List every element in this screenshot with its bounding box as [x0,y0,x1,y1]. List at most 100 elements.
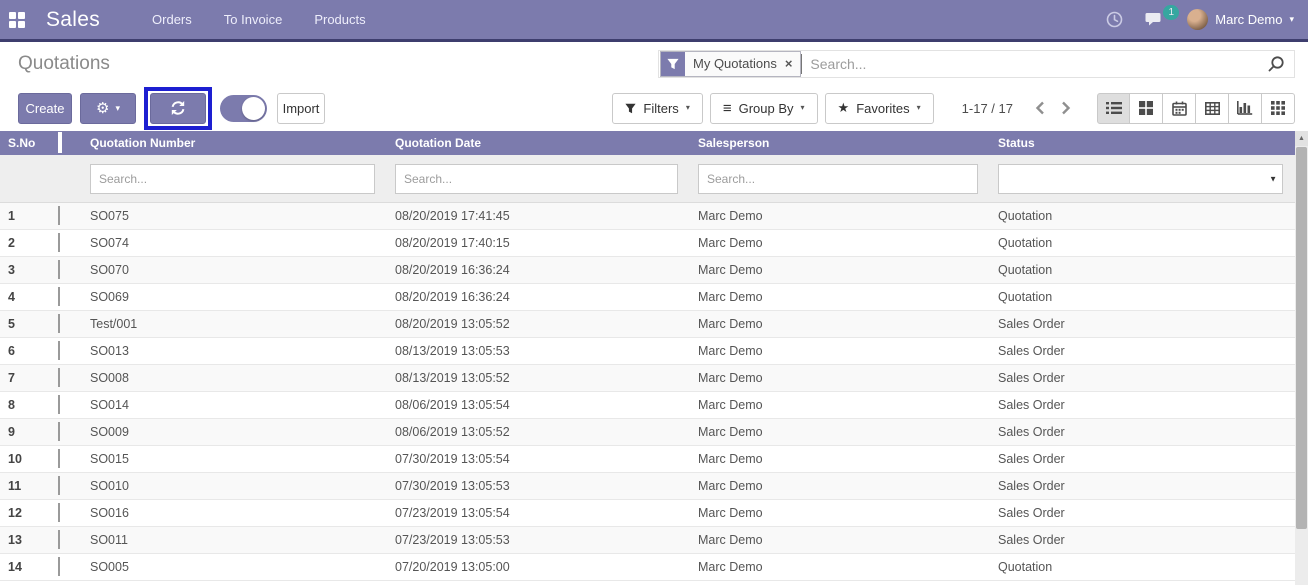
row-sno: 9 [8,425,15,439]
table-row[interactable]: 1 SO075 08/20/2019 17:41:45 Marc Demo Qu… [0,203,1295,230]
view-graph-button[interactable] [1229,92,1262,124]
top-navbar: Sales Orders To Invoice Products 1 Marc … [0,0,1308,42]
row-checkbox[interactable] [58,476,60,495]
control-panel: Quotations My Quotations × [0,42,1308,85]
pager-next-button[interactable] [1053,97,1079,119]
table-body: 1 SO075 08/20/2019 17:41:45 Marc Demo Qu… [0,203,1295,581]
table-row[interactable]: 9 SO009 08/06/2019 13:05:52 Marc Demo Sa… [0,419,1295,446]
table-row[interactable]: 14 SO005 07/20/2019 13:05:00 Marc Demo Q… [0,554,1295,581]
row-sno: 11 [8,479,22,493]
row-checkbox[interactable] [58,530,60,549]
select-caret-icon: ▼ [1269,174,1277,183]
table-row[interactable]: 4 SO069 08/20/2019 16:36:24 Marc Demo Qu… [0,284,1295,311]
header-status[interactable]: Status [990,136,1295,150]
filter-status-select[interactable]: ▼ [998,163,1283,194]
view-grid-button[interactable] [1262,92,1295,124]
row-quotation-number: SO015 [90,452,129,466]
table-row[interactable]: 2 SO074 08/20/2019 17:40:15 Marc Demo Qu… [0,230,1295,257]
user-menu[interactable]: Marc Demo ▾ [1187,9,1294,30]
activities-clock-icon[interactable] [1106,11,1123,28]
row-salesperson: Marc Demo [698,452,763,466]
row-checkbox[interactable] [58,206,60,225]
row-sno: 8 [8,398,15,412]
scrollbar-thumb[interactable] [1296,147,1307,529]
header-select-all[interactable] [50,132,82,153]
apps-menu-icon[interactable] [0,0,34,41]
facet-remove-icon[interactable]: × [785,52,801,76]
row-checkbox[interactable] [58,557,60,576]
app-title: Sales [46,7,101,31]
header-salesperson[interactable]: Salesperson [690,136,990,150]
table-row[interactable]: 5 Test/001 08/20/2019 13:05:52 Marc Demo… [0,311,1295,338]
menu-item-products[interactable]: Products [312,0,367,39]
row-checkbox[interactable] [58,503,60,522]
row-checkbox[interactable] [58,287,60,306]
view-pivot-button[interactable] [1196,92,1229,124]
user-name: Marc Demo [1215,12,1283,27]
row-checkbox[interactable] [58,260,60,279]
filters-button[interactable]: Filters ▾ [612,92,703,124]
row-quotation-date: 07/20/2019 13:05:00 [395,560,510,574]
table-row[interactable]: 8 SO014 08/06/2019 13:05:54 Marc Demo Sa… [0,392,1295,419]
row-status: Quotation [998,263,1053,277]
row-checkbox[interactable] [58,314,60,333]
vertical-scrollbar[interactable]: ▲ [1295,131,1308,585]
search-magnifier-icon[interactable] [1258,55,1294,73]
row-status: Quotation [998,209,1053,223]
view-list-button[interactable] [1097,92,1130,124]
group-by-button[interactable]: ≡ Group By ▾ [709,92,818,124]
import-button[interactable]: Import [277,92,325,124]
view-calendar-button[interactable] [1163,92,1196,124]
row-checkbox[interactable] [58,422,60,441]
table-row[interactable]: 6 SO013 08/13/2019 13:05:53 Marc Demo Sa… [0,338,1295,365]
action-gear-button[interactable]: ⚙ ▾ [80,92,136,124]
table-row[interactable]: 12 SO016 07/23/2019 13:05:54 Marc Demo S… [0,500,1295,527]
filter-quotation-date-input[interactable] [395,163,678,194]
grid-icon [1271,101,1285,115]
row-quotation-date: 08/06/2019 13:05:54 [395,398,510,412]
search-input[interactable] [801,53,1258,74]
row-checkbox[interactable] [58,233,60,252]
table-row[interactable]: 10 SO015 07/30/2019 13:05:54 Marc Demo S… [0,446,1295,473]
column-filter-row: ▼ [0,155,1295,203]
row-quotation-number: SO010 [90,479,129,493]
table-row[interactable]: 7 SO008 08/13/2019 13:05:52 Marc Demo Sa… [0,365,1295,392]
row-checkbox[interactable] [58,395,60,414]
graph-icon [1237,101,1253,115]
refresh-button[interactable] [150,92,206,124]
table-row[interactable]: 3 SO070 08/20/2019 16:36:24 Marc Demo Qu… [0,257,1295,284]
row-sno: 4 [8,290,15,304]
menu-item-to-invoice[interactable]: To Invoice [222,0,285,39]
filter-salesperson-input[interactable] [698,163,978,194]
header-sno[interactable]: S.No [0,136,50,150]
row-quotation-date: 08/20/2019 17:40:15 [395,236,510,250]
row-quotation-number: SO013 [90,344,129,358]
pivot-icon [1204,101,1220,115]
menu-item-orders[interactable]: Orders [150,0,194,39]
row-checkbox[interactable] [58,449,60,468]
header-quotation-number[interactable]: Quotation Number [82,136,387,150]
row-quotation-date: 08/06/2019 13:05:52 [395,425,510,439]
favorites-label: Favorites [856,100,910,116]
messages-icon[interactable]: 1 [1145,4,1180,28]
scroll-up-arrow[interactable]: ▲ [1295,131,1308,146]
row-quotation-date: 08/13/2019 13:05:52 [395,371,510,385]
create-button[interactable]: Create [18,92,72,124]
row-checkbox[interactable] [58,341,60,360]
row-salesperson: Marc Demo [698,425,763,439]
filter-quotation-number-input[interactable] [90,163,375,194]
select-all-checkbox[interactable] [58,132,62,153]
header-quotation-date[interactable]: Quotation Date [387,136,690,150]
row-checkbox[interactable] [58,368,60,387]
table-row[interactable]: 13 SO011 07/23/2019 13:05:53 Marc Demo S… [0,527,1295,554]
row-quotation-number: SO008 [90,371,129,385]
list-toggle-switch[interactable] [220,94,267,122]
pager-previous-button[interactable] [1027,97,1053,119]
row-quotation-number: SO069 [90,290,129,304]
favorites-button[interactable]: ★ Favorites ▾ [824,92,934,124]
row-status: Sales Order [998,479,1065,493]
row-status: Sales Order [998,344,1065,358]
row-salesperson: Marc Demo [698,560,763,574]
view-kanban-button[interactable] [1130,92,1163,124]
table-row[interactable]: 11 SO010 07/30/2019 13:05:53 Marc Demo S… [0,473,1295,500]
